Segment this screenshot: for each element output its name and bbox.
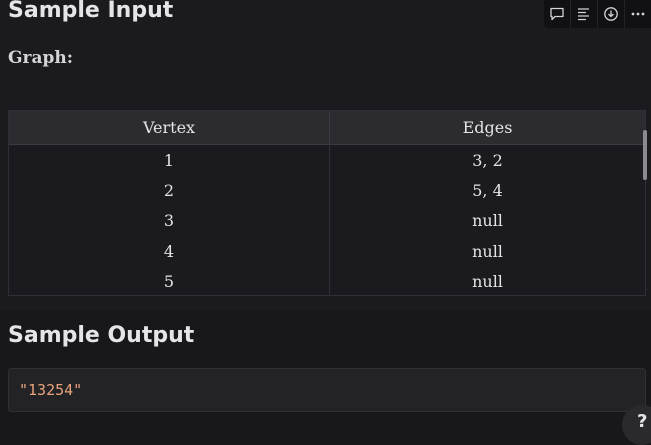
graph-label: Graph: xyxy=(8,48,74,68)
sample-input-title: Sample Input xyxy=(8,0,174,23)
column-header-edges: Edges xyxy=(329,111,645,145)
sample-output-value: "13254" xyxy=(19,381,83,399)
download-icon xyxy=(604,7,618,21)
sample-output-box: "13254" xyxy=(8,368,646,412)
table-row: 4 null xyxy=(9,236,645,267)
edges-cell: null xyxy=(472,241,503,261)
edges-cell: 3, 2 xyxy=(472,150,503,170)
download-button[interactable] xyxy=(597,0,624,28)
help-button[interactable]: ? xyxy=(622,405,651,445)
comment-icon xyxy=(550,7,564,21)
table-row: 3 null xyxy=(9,205,645,237)
edges-cell: 5, 4 xyxy=(472,181,503,201)
table-row: 2 5, 4 xyxy=(9,175,645,206)
align-left-button[interactable] xyxy=(570,0,597,28)
table-row: 5 null xyxy=(9,266,645,295)
scrollbar[interactable] xyxy=(643,130,647,180)
sample-output-title: Sample Output xyxy=(8,323,195,348)
more-icon xyxy=(631,12,645,16)
vertex-cell: 4 xyxy=(9,236,330,267)
vertex-cell: 2 xyxy=(9,175,330,206)
edges-cell: null xyxy=(472,272,503,292)
edges-cell: null xyxy=(472,211,503,231)
vertex-cell: 5 xyxy=(9,266,330,295)
table-row: 1 3, 2 xyxy=(9,144,645,176)
toolbar xyxy=(544,0,651,28)
comment-button[interactable] xyxy=(544,0,570,28)
graph-table: Vertex Edges 1 3, 2 2 5, 4 3 null 4 null xyxy=(8,110,646,296)
align-left-icon xyxy=(578,8,589,21)
vertex-cell: 3 xyxy=(9,205,330,237)
more-button[interactable] xyxy=(624,0,651,28)
column-header-vertex: Vertex xyxy=(9,111,330,145)
vertex-cell: 1 xyxy=(9,144,330,176)
